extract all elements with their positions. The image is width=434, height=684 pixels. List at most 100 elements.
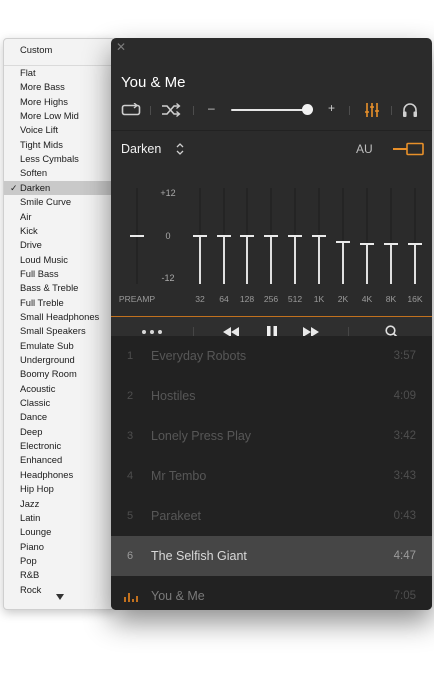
track-row[interactable]: You & Me 7:05 bbox=[111, 576, 432, 610]
menu-item[interactable]: R&B bbox=[4, 568, 114, 582]
slider-handle[interactable] bbox=[217, 235, 231, 237]
track-number: 2 bbox=[127, 390, 134, 402]
menu-item-label: Tight Mids bbox=[20, 138, 63, 150]
close-icon[interactable]: ✕ bbox=[115, 41, 127, 53]
track-duration: 0:43 bbox=[393, 510, 416, 522]
eq-band-slider[interactable] bbox=[216, 188, 232, 284]
track-row[interactable]: 6 The Selfish Giant 4:47 bbox=[111, 536, 432, 576]
eq-preset-selector[interactable]: Darken bbox=[121, 142, 161, 156]
slider-handle[interactable] bbox=[384, 243, 398, 245]
slider-handle[interactable] bbox=[264, 235, 278, 237]
volume-slider-knob[interactable] bbox=[302, 104, 313, 115]
more-dots-icon[interactable] bbox=[141, 328, 163, 336]
repeat-icon[interactable] bbox=[121, 103, 141, 117]
headphones-icon[interactable] bbox=[402, 102, 418, 118]
menu-item[interactable]: More Highs bbox=[4, 95, 114, 109]
track-row[interactable]: 1 Everyday Robots 3:57 bbox=[111, 336, 432, 376]
eq-band-slider[interactable] bbox=[359, 188, 375, 284]
menu-item-label: Classic bbox=[20, 397, 51, 409]
eq-band-slider[interactable] bbox=[311, 188, 327, 284]
menu-item-label: Electronic bbox=[20, 440, 62, 452]
menu-item-label: Lounge bbox=[20, 526, 52, 538]
menu-item[interactable]: Air bbox=[4, 210, 114, 224]
menu-item-label: Soften bbox=[20, 167, 48, 179]
menu-item[interactable]: Boomy Room bbox=[4, 367, 114, 381]
volume-up-button[interactable]: + bbox=[328, 101, 335, 115]
menu-item[interactable]: Drive bbox=[4, 238, 114, 252]
menu-item[interactable]: Classic bbox=[4, 396, 114, 410]
menu-item[interactable]: Enhanced bbox=[4, 453, 114, 467]
eq-band-slider[interactable] bbox=[239, 188, 255, 284]
menu-item[interactable]: Full Treble bbox=[4, 296, 114, 310]
menu-item-label: Air bbox=[20, 210, 32, 222]
menu-item[interactable]: More Low Mid bbox=[4, 109, 114, 123]
menu-item[interactable]: Bass & Treble bbox=[4, 281, 114, 295]
slider-handle[interactable] bbox=[336, 241, 350, 243]
slider-handle[interactable] bbox=[130, 235, 144, 237]
menu-item[interactable]: Tight Mids bbox=[4, 138, 114, 152]
track-duration: 3:43 bbox=[393, 470, 416, 482]
eq-band-slider[interactable] bbox=[192, 188, 208, 284]
track-row[interactable]: 3 Lonely Press Play 3:42 bbox=[111, 416, 432, 456]
shuffle-icon[interactable] bbox=[161, 103, 181, 117]
menu-item[interactable]: Kick bbox=[4, 224, 114, 238]
eq-band-slider[interactable] bbox=[263, 188, 279, 284]
eq-preset-menu[interactable]: Custom Flat More Bass More Highs More Low Mi… bbox=[3, 38, 115, 610]
menu-item[interactable]: Latin bbox=[4, 511, 114, 525]
menu-item[interactable]: Acoustic bbox=[4, 382, 114, 396]
menu-item[interactable]: Dance bbox=[4, 410, 114, 424]
up-down-chevron-icon[interactable] bbox=[175, 142, 185, 156]
menu-item[interactable]: ✓ Darken bbox=[4, 180, 114, 195]
slider-fill bbox=[390, 244, 392, 284]
checkmark-icon: ✓ bbox=[10, 182, 18, 193]
equalizer-icon[interactable] bbox=[364, 102, 380, 118]
menu-item[interactable]: Rock bbox=[4, 583, 114, 597]
menu-item[interactable]: Small Speakers bbox=[4, 324, 114, 338]
volume-slider[interactable] bbox=[231, 109, 308, 111]
menu-item[interactable]: Custom bbox=[4, 43, 114, 57]
eq-band-slider[interactable] bbox=[407, 188, 423, 284]
eq-band-slider[interactable] bbox=[383, 188, 399, 284]
menu-item[interactable]: Voice Lift bbox=[4, 123, 114, 137]
menu-item[interactable]: Pop bbox=[4, 554, 114, 568]
slider-handle[interactable] bbox=[312, 235, 326, 237]
track-row[interactable]: 5 Parakeet 0:43 bbox=[111, 496, 432, 536]
menu-item[interactable]: Lounge bbox=[4, 525, 114, 539]
menu-item[interactable]: Electronic bbox=[4, 439, 114, 453]
menu-item[interactable]: Hip Hop bbox=[4, 482, 114, 496]
menu-item[interactable]: Flat bbox=[4, 66, 114, 80]
menu-item-label: Voice Lift bbox=[20, 124, 59, 136]
track-number: 1 bbox=[127, 350, 134, 362]
track-title: Everyday Robots bbox=[151, 349, 247, 363]
menu-item[interactable]: Small Headphones bbox=[4, 310, 114, 324]
au-plugin-button[interactable]: AU bbox=[356, 142, 373, 156]
slider-handle[interactable] bbox=[193, 235, 207, 237]
menu-item[interactable]: Piano bbox=[4, 540, 114, 554]
eq-enable-switch[interactable] bbox=[393, 142, 425, 156]
menu-item[interactable]: More Bass bbox=[4, 80, 114, 94]
menu-item[interactable]: Headphones bbox=[4, 468, 114, 482]
menu-item[interactable]: Underground bbox=[4, 353, 114, 367]
slider-handle[interactable] bbox=[288, 235, 302, 237]
control-separator bbox=[193, 106, 194, 115]
menu-item[interactable]: Less Cymbals bbox=[4, 152, 114, 166]
menu-item[interactable]: Jazz bbox=[4, 497, 114, 511]
menu-item-label: Deep bbox=[20, 425, 43, 437]
slider-handle[interactable] bbox=[360, 243, 374, 245]
menu-item[interactable]: Soften bbox=[4, 166, 114, 180]
menu-item[interactable]: Deep bbox=[4, 425, 114, 439]
volume-down-button[interactable]: – bbox=[208, 101, 215, 115]
menu-item[interactable]: Loud Music bbox=[4, 253, 114, 267]
preamp-slider[interactable] bbox=[129, 188, 145, 284]
slider-handle[interactable] bbox=[408, 243, 422, 245]
menu-item[interactable]: Full Bass bbox=[4, 267, 114, 281]
menu-item[interactable]: Smile Curve bbox=[4, 195, 114, 209]
eq-band-slider[interactable] bbox=[335, 188, 351, 284]
slider-handle[interactable] bbox=[240, 235, 254, 237]
track-row[interactable]: 2 Hostiles 4:09 bbox=[111, 376, 432, 416]
track-row[interactable]: 4 Mr Tembo 3:43 bbox=[111, 456, 432, 496]
menu-item[interactable]: Emulate Sub bbox=[4, 339, 114, 353]
slider-fill bbox=[246, 236, 248, 284]
eq-band-slider[interactable] bbox=[287, 188, 303, 284]
menu-item-label: Full Treble bbox=[20, 296, 64, 308]
